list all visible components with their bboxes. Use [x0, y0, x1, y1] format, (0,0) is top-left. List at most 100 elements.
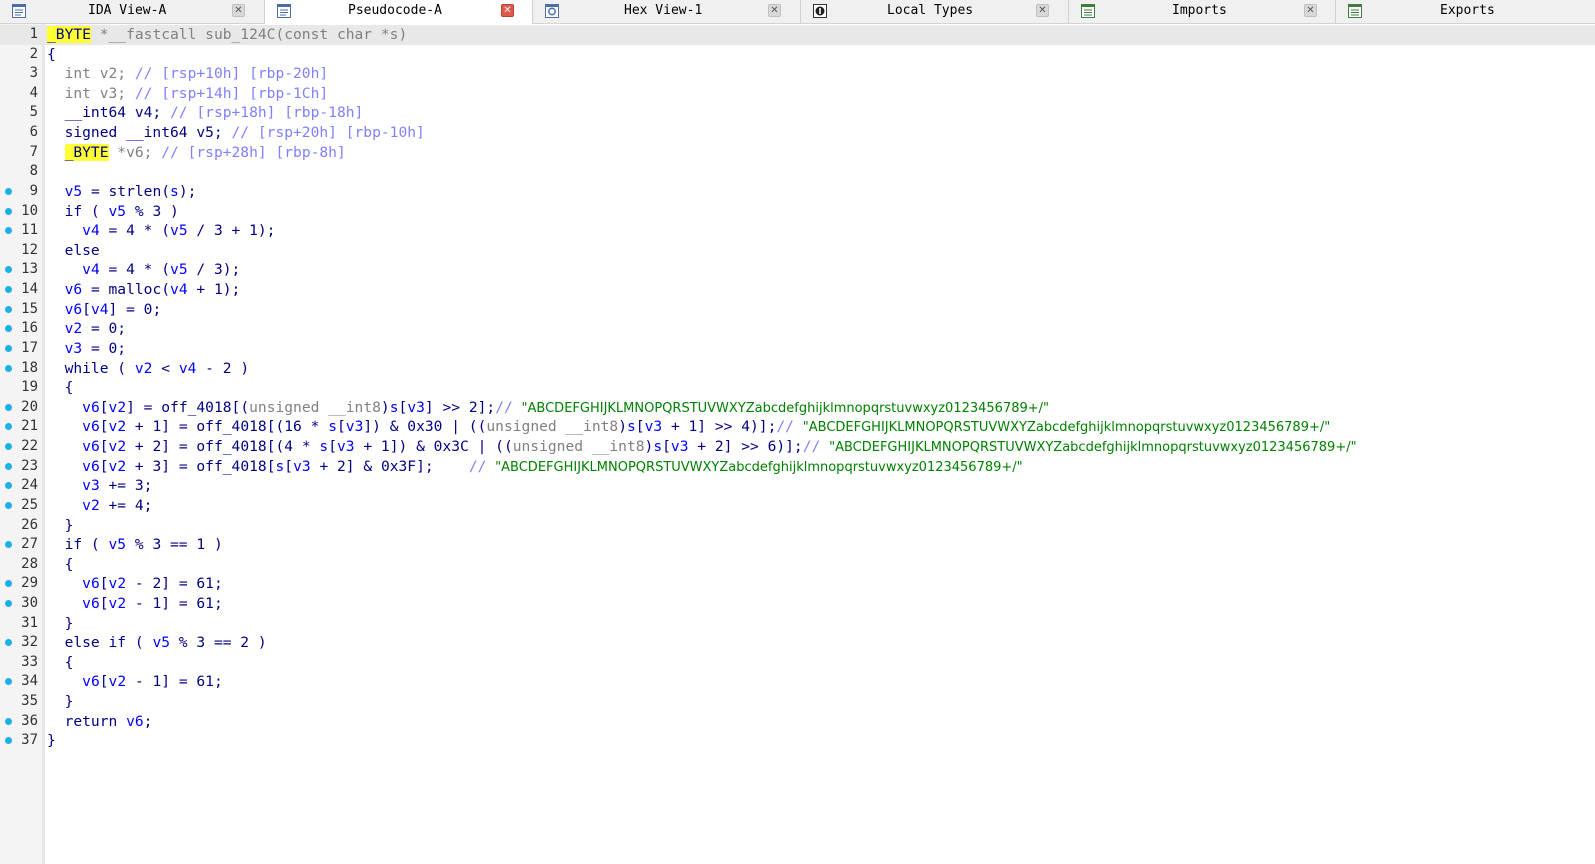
code-line[interactable]: 35 }: [0, 692, 1595, 712]
code-line[interactable]: 20 v6[v2] = off_4018[(unsigned __int8)s[…: [0, 398, 1595, 418]
close-icon[interactable]: ✕: [768, 4, 781, 17]
line-number: 20: [21, 398, 38, 415]
code-token: v3: [407, 398, 425, 416]
code-line[interactable]: 22 v6[v2 + 2] = off_4018[(4 * s[v3 + 1])…: [0, 437, 1595, 457]
code-token: {: [47, 653, 74, 671]
code-token: v2: [108, 418, 127, 436]
close-icon[interactable]: ✕: [1304, 4, 1317, 17]
line-code: v5 = strlen(s);: [47, 182, 197, 202]
code-line[interactable]: 6 signed __int64 v5; // [rsp+20h] [rbp-1…: [0, 123, 1595, 143]
code-line[interactable]: 17 v3 = 0;: [0, 339, 1595, 359]
code-line[interactable]: 16 v2 = 0;: [0, 319, 1595, 339]
line-number: 30: [21, 594, 38, 611]
code-line[interactable]: 26 }: [0, 516, 1595, 536]
code-token: = 0;: [82, 320, 127, 338]
code-line[interactable]: 11 v4 = 4 * (v5 / 3 + 1);: [0, 221, 1595, 241]
code-line[interactable]: 27 if ( v5 % 3 == 1 ): [0, 535, 1595, 555]
code-line[interactable]: 32 else if ( v5 % 3 == 2 ): [0, 633, 1595, 653]
code-token: + 2] = off_4018[(4 *: [126, 438, 320, 456]
code-line[interactable]: 37}: [0, 731, 1595, 751]
code-line[interactable]: 24 v3 += 3;: [0, 476, 1595, 496]
line-code: _BYTE *v6; // [rsp+28h] [rbp-8h]: [47, 143, 346, 163]
code-token: v5: [152, 634, 171, 652]
code-token: v4: [178, 359, 197, 377]
line-number: 1: [29, 26, 38, 42]
tab-pseudocode-a[interactable]: Pseudocode-A ✕: [265, 0, 533, 24]
code-line[interactable]: 19 {: [0, 378, 1595, 398]
code-token: v3: [670, 438, 689, 456]
code-token: if (: [47, 536, 109, 554]
code-line[interactable]: 4 int v3; // [rsp+14h] [rbp-1Ch]: [0, 84, 1595, 104]
code-token: = 4 * (: [99, 222, 171, 240]
close-icon[interactable]: ✕: [1036, 4, 1049, 17]
code-line[interactable]: 13 v4 = 4 * (v5 / 3);: [0, 260, 1595, 280]
line-code: else if ( v5 % 3 == 2 ): [47, 633, 267, 653]
code-token: v6: [64, 300, 83, 318]
code-line[interactable]: 1 _BYTE *__fastcall sub_124C(const char *…: [0, 25, 1595, 45]
line-code: v2 += 4;: [47, 496, 152, 516]
close-icon[interactable]: ✕: [501, 4, 514, 17]
tab-local-types[interactable]: Local Types ✕: [801, 0, 1069, 23]
code-line[interactable]: 29 v6[v2 - 2] = 61;: [0, 574, 1595, 594]
code-token: + 3] = off_4018[: [126, 457, 276, 475]
code-line[interactable]: 7 _BYTE *v6; // [rsp+28h] [rbp-8h]: [0, 143, 1595, 163]
code-line[interactable]: 12 else: [0, 241, 1595, 261]
code-token: }: [47, 614, 74, 632]
code-line[interactable]: 8: [0, 162, 1595, 182]
code-line[interactable]: 28 {: [0, 555, 1595, 575]
code-line[interactable]: 23 v6[v2 + 3] = off_4018[s[v3 + 2] & 0x3…: [0, 457, 1595, 477]
code-line[interactable]: 5 __int64 v4; // [rsp+18h] [rbp-18h]: [0, 103, 1595, 123]
code-token: unsigned __int8: [249, 398, 381, 416]
code-line[interactable]: 2{: [0, 45, 1595, 65]
code-token: v2: [64, 320, 83, 338]
code-token: v6: [82, 594, 100, 612]
code-token: s: [170, 182, 179, 200]
code-token: [: [82, 300, 91, 318]
code-line[interactable]: 10 if ( v5 % 3 ): [0, 202, 1595, 222]
code-token: - 1] = 61;: [126, 594, 223, 612]
code-line[interactable]: 34 v6[v2 - 1] = 61;: [0, 672, 1595, 692]
close-icon[interactable]: ✕: [232, 4, 245, 17]
code-token: v6: [126, 712, 144, 730]
line-number: 25: [21, 496, 38, 513]
pseudocode-view[interactable]: 1 _BYTE *__fastcall sub_124C(const char *…: [0, 24, 1595, 864]
code-line[interactable]: 30 v6[v2 - 1] = 61;: [0, 594, 1595, 614]
code-line[interactable]: 25 v2 += 4;: [0, 496, 1595, 516]
code-token: // [rsp+20h] [rbp-10h]: [231, 124, 425, 142]
line-number: 27: [21, 536, 38, 553]
line-number: 14: [21, 281, 38, 298]
tab-imports[interactable]: Imports ✕: [1069, 0, 1336, 23]
code-token: v2: [108, 438, 127, 456]
code-token: v2: [108, 673, 127, 691]
code-line[interactable]: 14 v6 = malloc(v4 + 1);: [0, 280, 1595, 300]
line-number: 28: [21, 555, 38, 572]
code-line[interactable]: 21 v6[v2 + 1] = off_4018[(16 * s[v3]) & …: [0, 417, 1595, 437]
tab-hex-view-1[interactable]: Hex View-1 ✕: [533, 0, 801, 23]
code-token: *__fastcall sub_124C(const char *s): [90, 26, 408, 43]
line-number: 17: [21, 339, 38, 356]
line-code: v6[v2 - 1] = 61;: [47, 594, 223, 614]
tab-exports[interactable]: Exports: [1336, 0, 1595, 23]
code-token: }: [47, 732, 56, 750]
line-code: }: [47, 614, 74, 634]
code-line[interactable]: 15 v6[v4] = 0;: [0, 300, 1595, 320]
code-line[interactable]: 9 v5 = strlen(s);: [0, 182, 1595, 202]
code-token: __int64 v4;: [47, 104, 171, 122]
code-line[interactable]: 36 return v6;: [0, 712, 1595, 732]
line-number: 6: [29, 124, 38, 141]
tab-ida-view-a[interactable]: IDA View-A ✕: [0, 0, 265, 23]
line-code: v6[v2 + 1] = off_4018[(16 * s[v3]) & 0x3…: [47, 417, 1330, 438]
code-token: {: [47, 555, 74, 573]
code-token: s: [275, 457, 285, 475]
pseudocode-icon: [277, 3, 291, 18]
code-line[interactable]: 31 }: [0, 614, 1595, 634]
line-code: v6[v2] = off_4018[(unsigned __int8)s[v3]…: [47, 398, 1049, 419]
line-code: v6[v2 + 2] = off_4018[(4 * s[v3 + 1]) & …: [47, 437, 1356, 458]
code-token: //: [776, 418, 803, 436]
code-token: ] = 0;: [108, 300, 162, 318]
code-line[interactable]: 3 int v2; // [rsp+10h] [rbp-20h]: [0, 64, 1595, 84]
code-line[interactable]: 33 {: [0, 653, 1595, 673]
code-line[interactable]: 18 while ( v2 < v4 - 2 ): [0, 359, 1595, 379]
